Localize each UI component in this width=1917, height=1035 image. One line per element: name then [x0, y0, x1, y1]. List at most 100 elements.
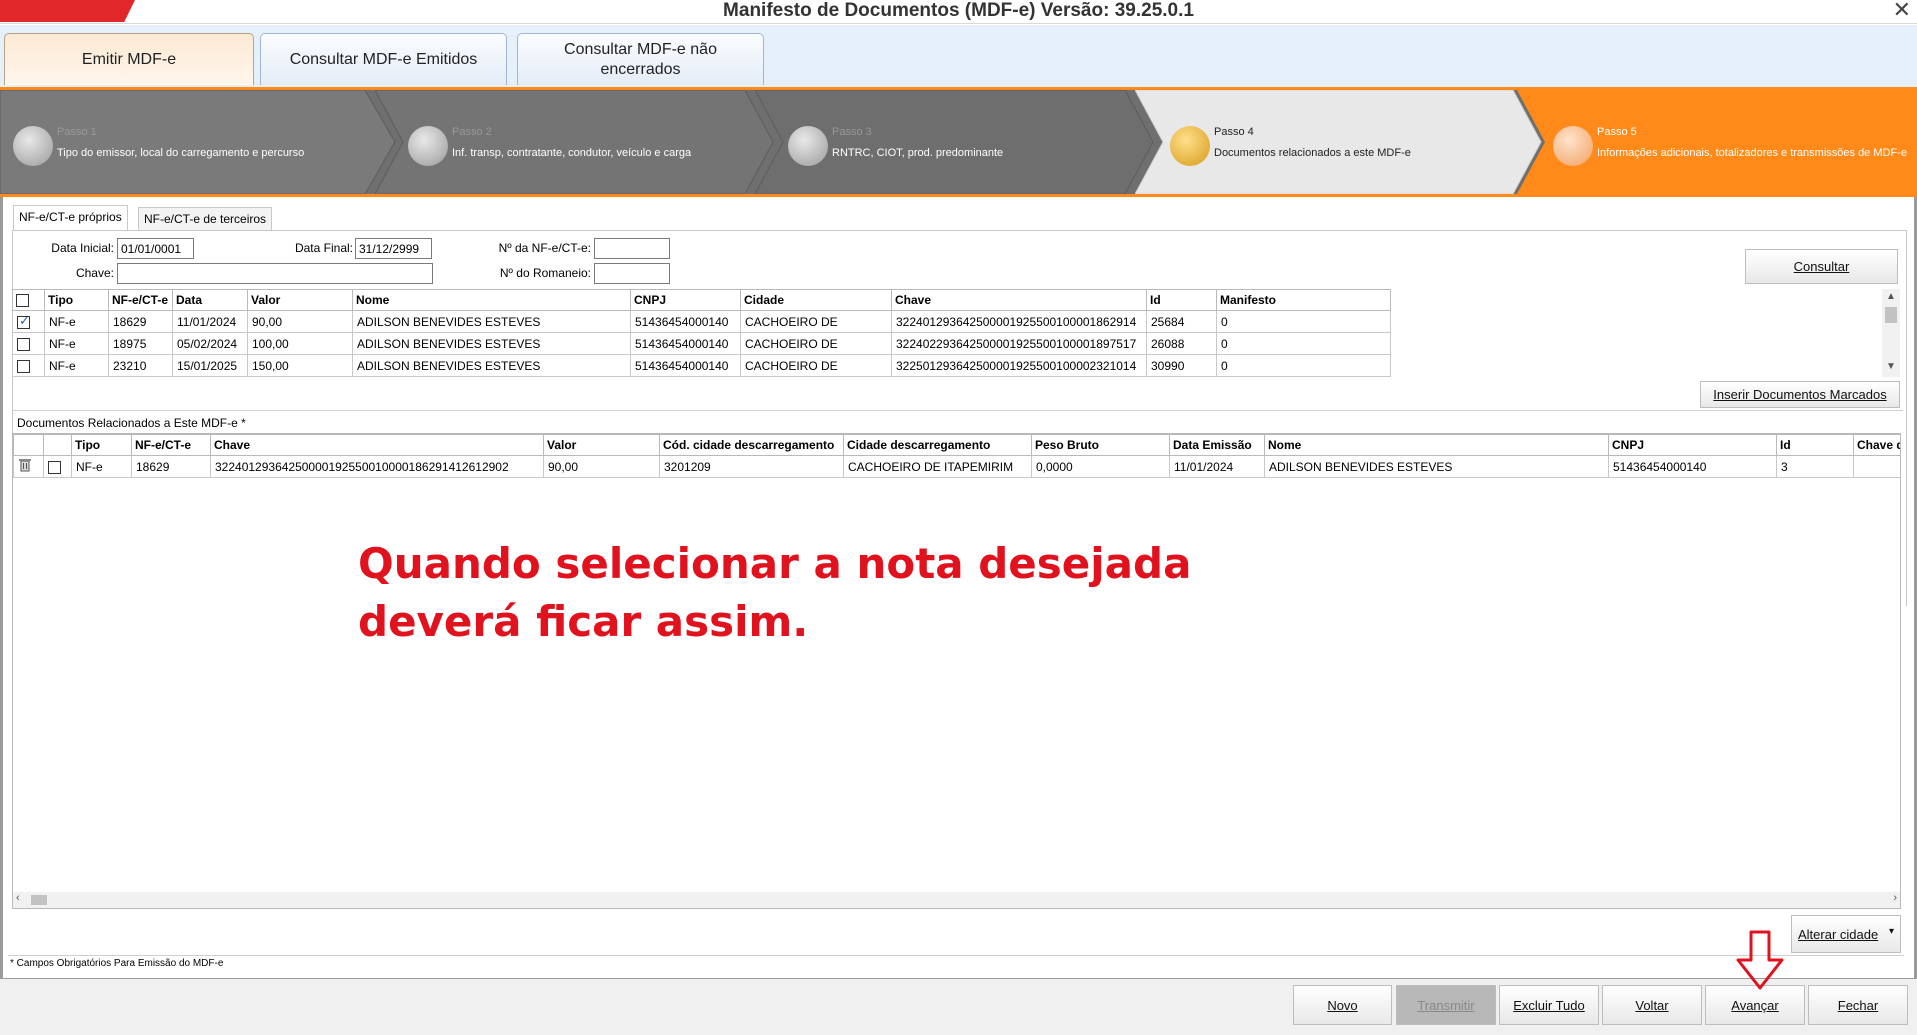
chave-field[interactable]	[117, 263, 433, 284]
col-header-cidade[interactable]: Cidade descarregamento	[843, 434, 1032, 456]
table-row[interactable]: NF-e 18975 05/02/2024 100,00 ADILSON BEN…	[12, 332, 1391, 355]
step-4-indicator-icon	[1170, 126, 1210, 166]
checkbox-icon[interactable]	[16, 294, 29, 308]
tab-consultar-nao-encerrados[interactable]: Consultar MDF-e não encerrados	[517, 33, 764, 85]
col-header-id[interactable]: Id	[1776, 434, 1854, 456]
related-docs-grid: Tipo NF-e/CT-e Chave Valor Cód. cidade d…	[12, 433, 1901, 909]
col-header-valor[interactable]: Valor	[247, 289, 353, 311]
col-header-valor[interactable]: Valor	[543, 434, 660, 456]
cell-valor: 150,00	[247, 354, 353, 377]
col-header-cod-cidade[interactable]: Cód. cidade descarregamento	[659, 434, 844, 456]
grid2-horizontal-scrollbar[interactable]: ‹ ›	[13, 892, 1900, 908]
step-4[interactable]: Passo 4 Documentos relacionados a este M…	[1135, 90, 1545, 194]
col-header-data[interactable]: Data	[172, 289, 248, 311]
related-docs-title: Documentos Relacionados a Este MDF-e *	[17, 416, 246, 430]
data-inicial-field[interactable]	[117, 238, 194, 259]
alterar-cidade-dropdown[interactable]: Alterar cidade ▾	[1791, 915, 1901, 953]
cell-id: 25684	[1146, 310, 1217, 333]
col-header-nome[interactable]: Nome	[1264, 434, 1609, 456]
col-header-peso[interactable]: Peso Bruto	[1031, 434, 1170, 456]
excluir-tudo-button[interactable]: Excluir Tudo	[1499, 985, 1599, 1025]
col-header-cidade[interactable]: Cidade	[740, 289, 892, 311]
grid2-header-row: Tipo NF-e/CT-e Chave Valor Cód. cidade d…	[13, 434, 1900, 456]
cell-nfe: 18975	[108, 332, 173, 355]
step-2-desc: Inf. transp, contratante, condutor, veíc…	[452, 147, 692, 159]
cell-cnpj: 51436454000140	[630, 310, 741, 333]
transmitir-button[interactable]: Transmitir	[1396, 985, 1496, 1025]
checkbox-icon[interactable]	[17, 337, 30, 351]
cell-chave: 322402293642500001925500100001897517	[891, 332, 1147, 355]
col-header-nfe[interactable]: NF-e/CT-e	[108, 289, 173, 311]
cell-cnpj: 51436454000140	[1608, 455, 1777, 478]
tab-emitir-mdfe[interactable]: Emitir MDF-e	[4, 33, 254, 85]
row-checkbox[interactable]	[43, 455, 72, 478]
numero-field[interactable]	[594, 238, 670, 259]
required-fields-note: * Campos Obrigatórios Para Emissão do MD…	[10, 958, 224, 969]
checkbox-icon[interactable]	[48, 460, 61, 474]
annotation-text: Quando selecionar a nota desejada deverá…	[358, 539, 1192, 646]
consultar-button[interactable]: Consultar	[1745, 249, 1898, 284]
subtab-proprios[interactable]: NF-e/CT-e próprios	[13, 205, 128, 231]
scroll-thumb[interactable]	[1885, 307, 1897, 323]
checkbox-icon[interactable]	[17, 359, 30, 373]
romaneio-label: Nº do Romaneio:	[499, 266, 591, 280]
tab-consultar-emitidos[interactable]: Consultar MDF-e Emitidos	[260, 33, 507, 85]
notas-grid: Tipo NF-e/CT-e Data Valor Nome CNPJ Cida…	[12, 289, 1900, 377]
table-row[interactable]: NF-e 23210 15/01/2025 150,00 ADILSON BEN…	[12, 354, 1391, 377]
data-final-field[interactable]	[355, 238, 432, 259]
col-header-chave-de[interactable]: Chave de	[1853, 434, 1900, 456]
cell-nome: ADILSON BENEVIDES ESTEVES	[352, 332, 631, 355]
col-header-nome[interactable]: Nome	[352, 289, 631, 311]
close-icon[interactable]: ✕	[1893, 0, 1911, 21]
scroll-down-icon[interactable]: ▼	[1886, 361, 1896, 372]
cell-cidade: CACHOEIRO DE	[740, 332, 892, 355]
col-header-cnpj[interactable]: CNPJ	[630, 289, 741, 311]
col-header-data-emissao[interactable]: Data Emissão	[1169, 434, 1265, 456]
row-checkbox[interactable]	[12, 354, 45, 377]
col-header-nfe[interactable]: NF-e/CT-e	[131, 434, 211, 456]
col-header-chave[interactable]: Chave	[891, 289, 1147, 311]
col-header-id[interactable]: Id	[1146, 289, 1217, 311]
scroll-up-icon[interactable]: ▲	[1886, 291, 1896, 302]
table-row[interactable]: NF-e 18629 32240129364250000192550010000…	[13, 455, 1900, 478]
chevron-down-icon: ▾	[1888, 926, 1894, 937]
select-all-checkbox[interactable]	[12, 289, 45, 311]
window-title: Manifesto de Documentos (MDF-e) Versão: …	[723, 0, 1194, 21]
cell-chave: 322501293642500001925500100002321014	[891, 354, 1147, 377]
row-checkbox[interactable]	[12, 310, 45, 333]
divider	[8, 955, 1904, 956]
table-row[interactable]: NF-e 18629 11/01/2024 90,00 ADILSON BENE…	[12, 310, 1391, 333]
voltar-button[interactable]: Voltar	[1602, 985, 1702, 1025]
step-1-number: Passo 1	[57, 126, 97, 138]
delete-row-button[interactable]	[13, 455, 44, 478]
subtab-terceiros[interactable]: NF-e/CT-e de terceiros	[138, 207, 273, 231]
col-header-tipo[interactable]: Tipo	[44, 289, 109, 311]
scroll-thumb[interactable]	[31, 895, 47, 905]
step-5[interactable]: Passo 5 Informações adicionais, totaliza…	[1517, 90, 1917, 194]
fechar-button[interactable]: Fechar	[1808, 985, 1908, 1025]
alterar-cidade-label: Alterar cidade	[1798, 926, 1879, 942]
col-header-manifesto[interactable]: Manifesto	[1216, 289, 1391, 311]
step-3[interactable]: Passo 3 RNTRC, CIOT, prod. predominante	[755, 90, 1155, 194]
grid1-vertical-scrollbar[interactable]: ▲ ▼	[1882, 289, 1900, 377]
inserir-documentos-button[interactable]: Inserir Documentos Marcados	[1700, 381, 1900, 408]
scroll-right-icon[interactable]: ›	[1893, 892, 1897, 904]
cell-valor: 90,00	[543, 455, 660, 478]
data-final-label: Data Final:	[294, 241, 353, 255]
row-checkbox[interactable]	[12, 332, 45, 355]
col-header-chave[interactable]: Chave	[210, 434, 544, 456]
step-1[interactable]: Passo 1 Tipo do emissor, local do carreg…	[0, 90, 400, 194]
step-4-number: Passo 4	[1214, 126, 1254, 138]
col-header-tipo[interactable]: Tipo	[71, 434, 132, 456]
scroll-left-icon[interactable]: ‹	[16, 892, 20, 904]
cell-cnpj: 51436454000140	[630, 332, 741, 355]
step-2[interactable]: Passo 2 Inf. transp, contratante, condut…	[375, 90, 775, 194]
romaneio-field[interactable]	[594, 263, 670, 284]
trash-icon[interactable]	[18, 458, 32, 472]
col-header-cnpj[interactable]: CNPJ	[1608, 434, 1777, 456]
step-5-number: Passo 5	[1597, 126, 1637, 138]
arrow-down-icon	[1736, 930, 1784, 990]
novo-button[interactable]: Novo	[1293, 985, 1392, 1025]
step-3-desc: RNTRC, CIOT, prod. predominante	[832, 147, 1004, 159]
checkbox-checked-icon[interactable]	[17, 313, 30, 329]
